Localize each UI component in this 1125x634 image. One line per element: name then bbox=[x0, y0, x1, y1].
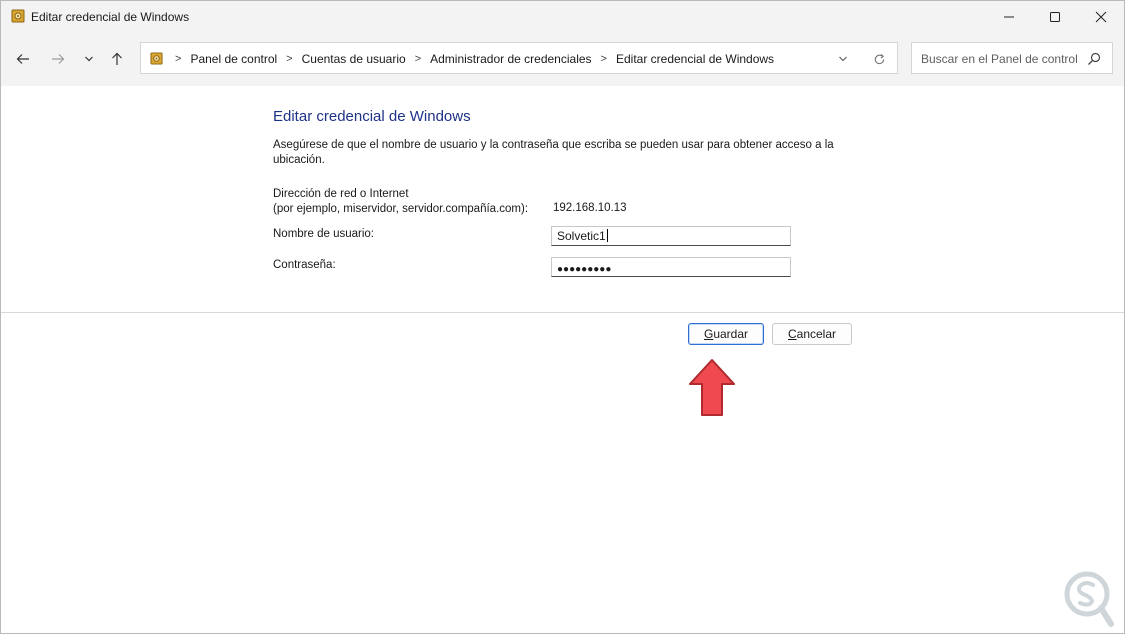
username-label: Nombre de usuario: bbox=[273, 228, 374, 240]
title-bar: Editar credencial de Windows bbox=[1, 1, 1124, 32]
text-cursor bbox=[606, 229, 608, 242]
breadcrumb-administrador-de-credenciales[interactable]: Administrador de credenciales bbox=[430, 52, 591, 66]
address-bar[interactable]: > Panel de control > Cuentas de usuario … bbox=[140, 42, 898, 74]
search-icon bbox=[1088, 52, 1101, 65]
address-history-button[interactable] bbox=[834, 51, 852, 67]
back-button[interactable] bbox=[11, 49, 35, 69]
control-panel-icon bbox=[11, 9, 25, 23]
search-input[interactable]: Buscar en el Panel de control bbox=[921, 52, 1078, 66]
save-label-rest: uardar bbox=[713, 327, 749, 341]
arrow-right-icon bbox=[52, 54, 65, 64]
password-label: Contraseña: bbox=[273, 259, 336, 271]
refresh-button[interactable] bbox=[870, 51, 888, 67]
save-button[interactable]: Guardar bbox=[688, 323, 764, 345]
close-icon bbox=[1095, 11, 1107, 22]
chevron-right-icon: > bbox=[175, 53, 182, 65]
search-box[interactable]: Buscar en el Panel de control bbox=[911, 42, 1113, 74]
page-title: Editar credencial de Windows bbox=[273, 108, 471, 125]
arrow-up-icon bbox=[112, 52, 122, 65]
address-label-line2: (por ejemplo, miservidor, servidor.compa… bbox=[273, 203, 529, 215]
recent-locations-button[interactable] bbox=[77, 49, 101, 69]
content-area: Editar credencial de Windows Asegúrese d… bbox=[1, 86, 1124, 633]
breadcrumb: > Panel de control > Cuentas de usuario … bbox=[171, 52, 774, 66]
address-value: 192.168.10.13 bbox=[553, 202, 627, 214]
divider bbox=[1, 312, 1124, 313]
chevron-right-icon: > bbox=[414, 53, 422, 65]
breadcrumb-panel-de-control[interactable]: Panel de control bbox=[190, 52, 277, 66]
red-arrow-up-icon bbox=[689, 359, 735, 416]
refresh-icon bbox=[874, 53, 884, 64]
username-field[interactable]: Solvetic1 bbox=[551, 226, 791, 246]
chevron-down-icon bbox=[85, 56, 93, 62]
description-text: Asegúrese de que el nombre de usuario y … bbox=[273, 139, 834, 166]
chevron-right-icon: > bbox=[286, 53, 293, 65]
minimize-button[interactable] bbox=[986, 1, 1032, 32]
chevron-right-icon: > bbox=[600, 53, 607, 65]
minimize-icon bbox=[1004, 16, 1014, 17]
up-button[interactable] bbox=[105, 49, 129, 69]
password-field[interactable]: ●●●●●●●●● bbox=[551, 257, 791, 277]
cancel-access-key: C bbox=[787, 327, 797, 341]
breadcrumb-cuentas-de-usuario[interactable]: Cuentas de usuario bbox=[302, 52, 406, 66]
cancel-button[interactable]: Cancelar bbox=[772, 323, 852, 345]
navigation-bar: > Panel de control > Cuentas de usuario … bbox=[1, 32, 1124, 86]
breadcrumb-editar-credencial[interactable]: Editar credencial de Windows bbox=[616, 52, 774, 66]
username-value: Solvetic1 bbox=[557, 229, 606, 243]
window-title: Editar credencial de Windows bbox=[31, 10, 190, 24]
close-button[interactable] bbox=[1078, 1, 1124, 32]
arrow-left-icon bbox=[16, 54, 29, 64]
address-label: Dirección de red o Internet (por ejemplo… bbox=[273, 187, 528, 217]
password-mask: ●●●●●●●●● bbox=[557, 264, 612, 275]
watermark-logo-icon bbox=[1064, 571, 1114, 627]
maximize-icon bbox=[1050, 11, 1060, 22]
credential-window: Editar credencial de Windows > Panel de … bbox=[0, 0, 1125, 634]
control-panel-icon bbox=[150, 52, 163, 65]
cancel-label-rest: ancelar bbox=[796, 327, 837, 341]
save-access-key: G bbox=[703, 327, 714, 341]
maximize-button[interactable] bbox=[1032, 1, 1078, 32]
address-label-line1: Dirección de red o Internet bbox=[273, 188, 409, 200]
forward-button[interactable] bbox=[46, 49, 70, 69]
chevron-down-icon bbox=[839, 56, 847, 62]
